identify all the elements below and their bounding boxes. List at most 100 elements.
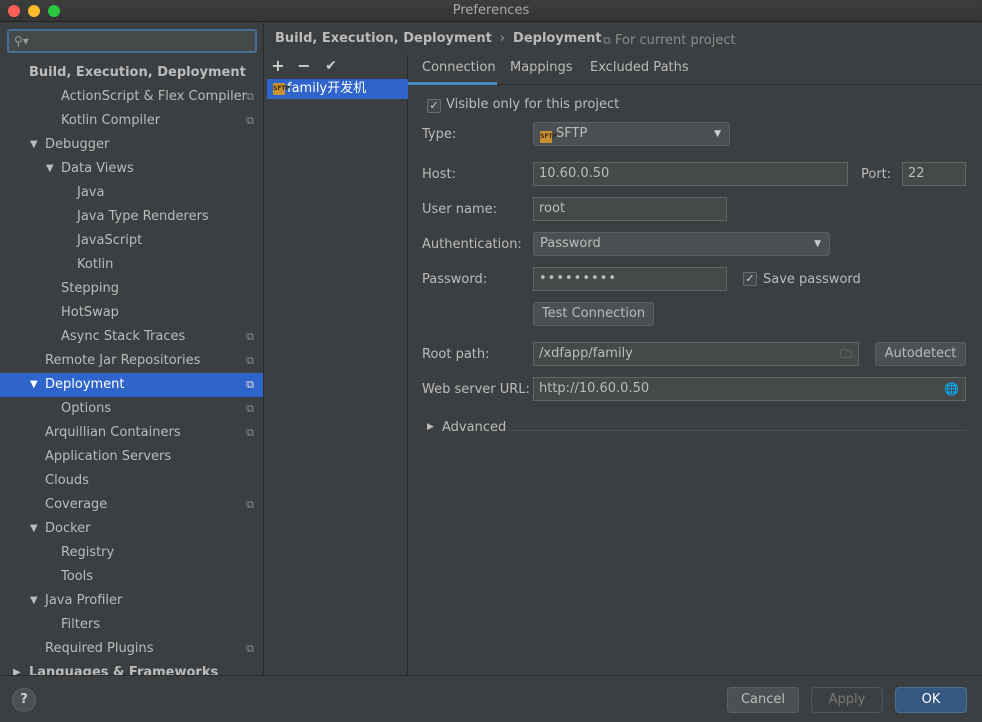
sidebar-item-build-execution-deployment[interactable]: Build, Execution, Deployment — [0, 61, 263, 85]
sidebar-item-actionscript-flex-compiler[interactable]: ActionScript & Flex Compiler ⧉ — [0, 85, 263, 109]
host-field[interactable]: 10.60.0.50 — [533, 162, 848, 186]
web-server-url-field[interactable]: http://10.60.0.50 🌐 — [533, 377, 966, 401]
add-server-button[interactable]: + — [268, 55, 288, 77]
tab-bar: Connection Mappings Excluded Paths — [408, 55, 982, 85]
port-field[interactable]: 22 — [902, 162, 966, 186]
sidebar-item-async-stack-traces[interactable]: Async Stack Traces ⧉ — [0, 325, 263, 349]
folder-icon[interactable]: 🗀 — [840, 343, 852, 365]
breadcrumb-separator: › — [499, 31, 506, 46]
project-scope-icon: ⧉ — [246, 498, 254, 511]
apply-button[interactable]: Apply — [811, 687, 883, 713]
server-list-panel: + − ✔ SFTP family开发机 — [265, 55, 408, 675]
search-input[interactable]: ⚲▾ — [7, 29, 257, 53]
autodetect-button[interactable]: Autodetect — [875, 342, 966, 366]
sidebar-item-stepping[interactable]: Stepping — [0, 277, 263, 301]
project-scope-icon: ⧉ — [246, 402, 254, 415]
sidebar-item-languages-frameworks[interactable]: ▶ Languages & Frameworks — [0, 661, 263, 675]
port-label: Port: — [861, 167, 892, 182]
advanced-divider — [508, 430, 966, 431]
sftp-icon: SFTP — [540, 131, 557, 143]
web-server-url-label: Web server URL: — [422, 382, 530, 397]
password-label: Password: — [422, 272, 488, 287]
expanded-arrow-icon[interactable]: ▼ — [46, 157, 54, 181]
close-window-button[interactable] — [8, 5, 20, 17]
tab-excluded-paths[interactable]: Excluded Paths — [590, 55, 689, 85]
main-panel: Build, Execution, Deployment › Deployment … — [265, 23, 982, 675]
globe-icon[interactable]: 🌐 — [944, 378, 959, 400]
server-item[interactable]: SFTP family开发机 — [267, 79, 408, 99]
root-path-field[interactable]: /xdfapp/family 🗀 — [533, 342, 859, 366]
sidebar-item-java-profiler[interactable]: ▼ Java Profiler — [0, 589, 263, 613]
settings-sidebar: ⚲▾ Build, Execution, Deployment ActionSc… — [0, 23, 264, 675]
sidebar-item-docker[interactable]: ▼ Docker — [0, 517, 263, 541]
dialog-footer: ? Cancel Apply OK — [0, 675, 982, 722]
remove-server-button[interactable]: − — [294, 55, 314, 77]
user-name-label: User name: — [422, 202, 498, 217]
project-scope-icon: ⧉ — [246, 642, 254, 655]
visible-only-checkbox[interactable]: ✓ — [427, 99, 441, 113]
sidebar-item-coverage[interactable]: Coverage ⧉ — [0, 493, 263, 517]
test-connection-button[interactable]: Test Connection — [533, 302, 654, 326]
breadcrumb: Build, Execution, Deployment › Deployment — [275, 31, 602, 46]
window-title: Preferences — [452, 3, 530, 18]
sidebar-item-debugger[interactable]: ▼ Debugger — [0, 133, 263, 157]
save-password-label: Save password — [763, 272, 861, 287]
tab-mappings[interactable]: Mappings — [510, 55, 573, 85]
sidebar-item-required-plugins[interactable]: Required Plugins ⧉ — [0, 637, 263, 661]
search-icon: ⚲▾ — [14, 34, 29, 48]
save-password-checkbox[interactable]: ✓ — [743, 272, 757, 286]
maximize-window-button[interactable] — [48, 5, 60, 17]
tab-connection[interactable]: Connection — [408, 55, 497, 85]
expand-arrow-icon[interactable]: ▶ — [427, 422, 434, 432]
visible-only-label: Visible only for this project — [446, 97, 620, 112]
type-select[interactable]: SFTPSFTP ▼ — [533, 122, 730, 146]
sftp-server-icon: SFTP — [273, 83, 290, 95]
help-button[interactable]: ? — [12, 688, 36, 712]
project-scope-icon: ⧉ — [246, 378, 254, 391]
advanced-section-toggle[interactable]: Advanced — [442, 420, 506, 435]
cancel-button[interactable]: Cancel — [727, 687, 799, 713]
collapsed-arrow-icon[interactable]: ▶ — [13, 661, 21, 675]
sidebar-item-tools[interactable]: Tools — [0, 565, 263, 589]
connection-form: ✓ Visible only for this project Type: SF… — [408, 85, 982, 675]
sidebar-item-data-views[interactable]: ▼ Data Views — [0, 157, 263, 181]
expanded-arrow-icon[interactable]: ▼ — [30, 373, 38, 397]
sidebar-item-registry[interactable]: Registry — [0, 541, 263, 565]
chevron-down-icon: ▼ — [714, 129, 721, 139]
type-label: Type: — [422, 127, 457, 142]
host-label: Host: — [422, 167, 456, 182]
sidebar-item-application-servers[interactable]: Application Servers — [0, 445, 263, 469]
sidebar-item-arquillian-containers[interactable]: Arquillian Containers ⧉ — [0, 421, 263, 445]
authentication-label: Authentication: — [422, 237, 522, 252]
sidebar-item-hotswap[interactable]: HotSwap — [0, 301, 263, 325]
title-bar: Preferences — [0, 0, 982, 22]
project-scope-label: ⧉ For current project — [603, 33, 736, 48]
project-scope-icon: ⧉ — [603, 34, 611, 47]
project-scope-icon: ⧉ — [246, 90, 254, 103]
chevron-down-icon: ▼ — [814, 239, 821, 249]
user-name-field[interactable]: root — [533, 197, 727, 221]
project-scope-icon: ⧉ — [246, 426, 254, 439]
sidebar-item-filters[interactable]: Filters — [0, 613, 263, 637]
sidebar-item-options[interactable]: Options ⧉ — [0, 397, 263, 421]
authentication-select[interactable]: Password ▼ — [533, 232, 830, 256]
sidebar-item-deployment[interactable]: ▼ Deployment ⧉ — [0, 373, 263, 397]
project-scope-icon: ⧉ — [246, 354, 254, 367]
sidebar-item-remote-jar-repositories[interactable]: Remote Jar Repositories ⧉ — [0, 349, 263, 373]
sidebar-item-kotlin-compiler[interactable]: Kotlin Compiler ⧉ — [0, 109, 263, 133]
sidebar-item-clouds[interactable]: Clouds — [0, 469, 263, 493]
ok-button[interactable]: OK — [895, 687, 967, 713]
use-as-default-button[interactable]: ✔ — [321, 55, 341, 77]
minimize-window-button[interactable] — [28, 5, 40, 17]
expanded-arrow-icon[interactable]: ▼ — [30, 133, 38, 157]
sidebar-item-java[interactable]: Java — [0, 181, 263, 205]
sidebar-item-kotlin[interactable]: Kotlin — [0, 253, 263, 277]
password-field[interactable]: ••••••••• — [533, 267, 727, 291]
expanded-arrow-icon[interactable]: ▼ — [30, 517, 38, 541]
sidebar-item-javascript[interactable]: JavaScript — [0, 229, 263, 253]
breadcrumb-current: Deployment — [513, 31, 602, 46]
expanded-arrow-icon[interactable]: ▼ — [30, 589, 38, 613]
breadcrumb-parent[interactable]: Build, Execution, Deployment — [275, 31, 492, 46]
root-path-label: Root path: — [422, 347, 490, 362]
sidebar-item-java-type-renderers[interactable]: Java Type Renderers — [0, 205, 263, 229]
